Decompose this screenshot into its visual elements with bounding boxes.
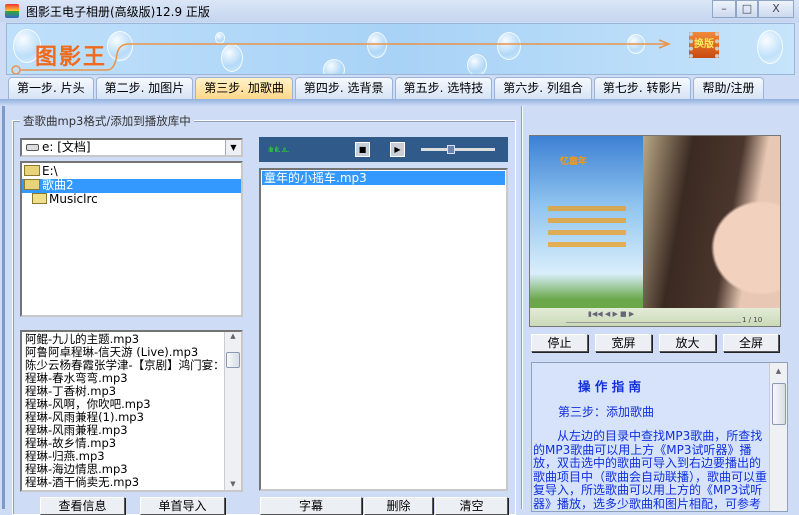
stop-preview-button[interactable]: 停止 bbox=[531, 334, 588, 352]
drive-value: e: [文档] bbox=[42, 140, 91, 154]
tab-step4[interactable]: 第四步. 选背景 bbox=[294, 77, 393, 99]
tab-step3[interactable]: 第三步. 加歌曲 bbox=[195, 77, 293, 99]
file-list-item[interactable]: 阿鲁阿卓程琳-信天游 (Live).mp3 bbox=[23, 346, 223, 359]
panel-divider bbox=[521, 106, 523, 509]
mp3-player: ılıı ılı. .ıı.. ■ ▶ bbox=[259, 137, 508, 162]
subtitle-button[interactable]: 字幕 bbox=[260, 497, 362, 515]
minimize-button[interactable]: – bbox=[712, 0, 736, 18]
tab-step2[interactable]: 第二步. 加图片 bbox=[95, 77, 194, 99]
banner: 图影王 换版 bbox=[6, 23, 795, 75]
open-folder-icon bbox=[24, 179, 40, 190]
clear-button[interactable]: 清空 bbox=[435, 497, 508, 515]
poem-title: 忆童年 bbox=[560, 157, 588, 167]
tab-strip bbox=[0, 99, 799, 106]
scrollbar-thumb[interactable] bbox=[772, 383, 786, 425]
tab-help[interactable]: 帮助/注册 bbox=[693, 77, 764, 99]
app-icon bbox=[5, 4, 19, 18]
open-folder-icon bbox=[24, 165, 40, 176]
tab-step6[interactable]: 第六步. 列组合 bbox=[494, 77, 592, 99]
step-tabs: 第一步. 片头 第二步. 加图片 第三步. 加歌曲 第四步. 选背景 第五步. … bbox=[8, 77, 764, 99]
close-button[interactable]: X bbox=[758, 0, 794, 18]
song-file-list[interactable]: 阿鲲-九儿的主题.mp3 阿鲁阿卓程琳-信天游 (Live).mp3 陈少云杨春霞张… bbox=[20, 330, 243, 492]
tab-step1[interactable]: 第一步. 片头 bbox=[8, 77, 94, 99]
title-bar: 图影王电子相册(高级版)12.9 正版 – □ X bbox=[0, 0, 799, 22]
folder-icon bbox=[32, 193, 47, 204]
banner-arrow bbox=[11, 39, 672, 74]
guide-body: 从左边的目录中查找MP3歌曲，所查找的MP3歌曲可以用上方《MP3试听器》播放，… bbox=[533, 429, 768, 511]
fullscreen-button[interactable]: 全屏 bbox=[723, 334, 779, 352]
group-title: 查歌曲mp3格式/添加到播放库中 bbox=[20, 113, 194, 129]
preview-controls[interactable]: ▮◀◀ ◀ ▶ ■ ▶ 1 / 10 bbox=[530, 308, 780, 326]
file-list-item[interactable]: 程琳-归燕.mp3 bbox=[23, 450, 223, 463]
view-info-button[interactable]: 查看信息 bbox=[40, 497, 125, 515]
file-list-item[interactable]: 程琳-风啊，你吹吧.mp3 bbox=[23, 398, 223, 411]
playlist[interactable]: 童年的小摇车.mp3 bbox=[259, 168, 508, 491]
file-list-item[interactable]: 程琳-春水弯弯.mp3 bbox=[23, 372, 223, 385]
file-list-scrollbar[interactable]: ▲ ▼ bbox=[224, 332, 241, 490]
tab-step7[interactable]: 第七步. 转影片 bbox=[593, 77, 692, 99]
guide-title: 操 作 指 南 bbox=[578, 379, 642, 394]
folder-tree[interactable]: E:\ 歌曲2 Musiclrc bbox=[20, 161, 243, 317]
file-list-item[interactable]: 程琳-丁香树.mp3 bbox=[23, 385, 223, 398]
volume-slider[interactable] bbox=[421, 145, 495, 154]
drive-select[interactable]: e: [文档] ▼ bbox=[20, 138, 243, 157]
file-list-item[interactable]: 程琳-风雨兼程(1).mp3 bbox=[23, 411, 223, 424]
preview-screen: 忆童年 ▮◀◀ ◀ ▶ ■ ▶ 1 / 10 bbox=[529, 135, 781, 327]
skin-button[interactable]: 换版 bbox=[689, 32, 719, 58]
folder-item-selected[interactable]: 歌曲2 bbox=[22, 179, 241, 193]
file-list-item[interactable]: 陈少云杨春霞张学津-【京剧】鸿门宴： bbox=[23, 359, 223, 372]
drive-icon bbox=[26, 144, 39, 151]
widescreen-button[interactable]: 宽屏 bbox=[595, 334, 652, 352]
stop-button[interactable]: ■ bbox=[355, 142, 370, 157]
file-list-item[interactable]: 程琳-海边情思.mp3 bbox=[23, 463, 223, 476]
volume-thumb[interactable] bbox=[447, 145, 456, 154]
guide-step: 第三步：添加歌曲 bbox=[558, 405, 655, 419]
guide-scrollbar[interactable]: ▲ bbox=[769, 363, 787, 511]
play-button[interactable]: ▶ bbox=[390, 142, 405, 157]
folder-item[interactable]: E:\ bbox=[22, 165, 241, 179]
portrait-image bbox=[643, 136, 780, 308]
scrollbar-thumb[interactable] bbox=[226, 352, 240, 368]
playlist-item-selected[interactable]: 童年的小摇车.mp3 bbox=[262, 171, 505, 185]
operation-guide: 操 作 指 南 第三步：添加歌曲 从左边的目录中查找MP3歌曲，所查找的MP3歌… bbox=[531, 362, 788, 512]
logo: 图影王 bbox=[35, 44, 108, 70]
chevron-down-icon[interactable]: ▼ bbox=[225, 140, 241, 155]
preview-counter: 1 / 10 bbox=[742, 316, 763, 324]
delete-button[interactable]: 删除 bbox=[364, 497, 433, 515]
file-list-item[interactable]: 程琳-风雨兼程.mp3 bbox=[23, 424, 223, 437]
tab-step5[interactable]: 第五步. 选特技 bbox=[394, 77, 493, 99]
file-list-item[interactable]: 程琳-酒干倘卖无.mp3 bbox=[23, 476, 223, 489]
progress-track[interactable] bbox=[566, 322, 741, 323]
file-list-item[interactable]: 阿鲲-九儿的主题.mp3 bbox=[23, 333, 223, 346]
left-panel-border bbox=[2, 106, 5, 509]
import-single-button[interactable]: 单首导入 bbox=[140, 497, 225, 515]
playback-buttons[interactable]: ▮◀◀ ◀ ▶ ■ ▶ bbox=[588, 310, 634, 318]
file-list-item[interactable]: 程琳-故乡情.mp3 bbox=[23, 437, 223, 450]
poem-lines bbox=[548, 206, 626, 252]
window-title: 图影王电子相册(高级版)12.9 正版 bbox=[26, 5, 210, 19]
folder-item[interactable]: Musiclrc bbox=[22, 193, 241, 207]
maximize-button[interactable]: □ bbox=[736, 0, 758, 18]
equalizer-icon: ılıı ılı. .ıı.. bbox=[268, 145, 289, 154]
zoom-button[interactable]: 放大 bbox=[659, 334, 716, 352]
